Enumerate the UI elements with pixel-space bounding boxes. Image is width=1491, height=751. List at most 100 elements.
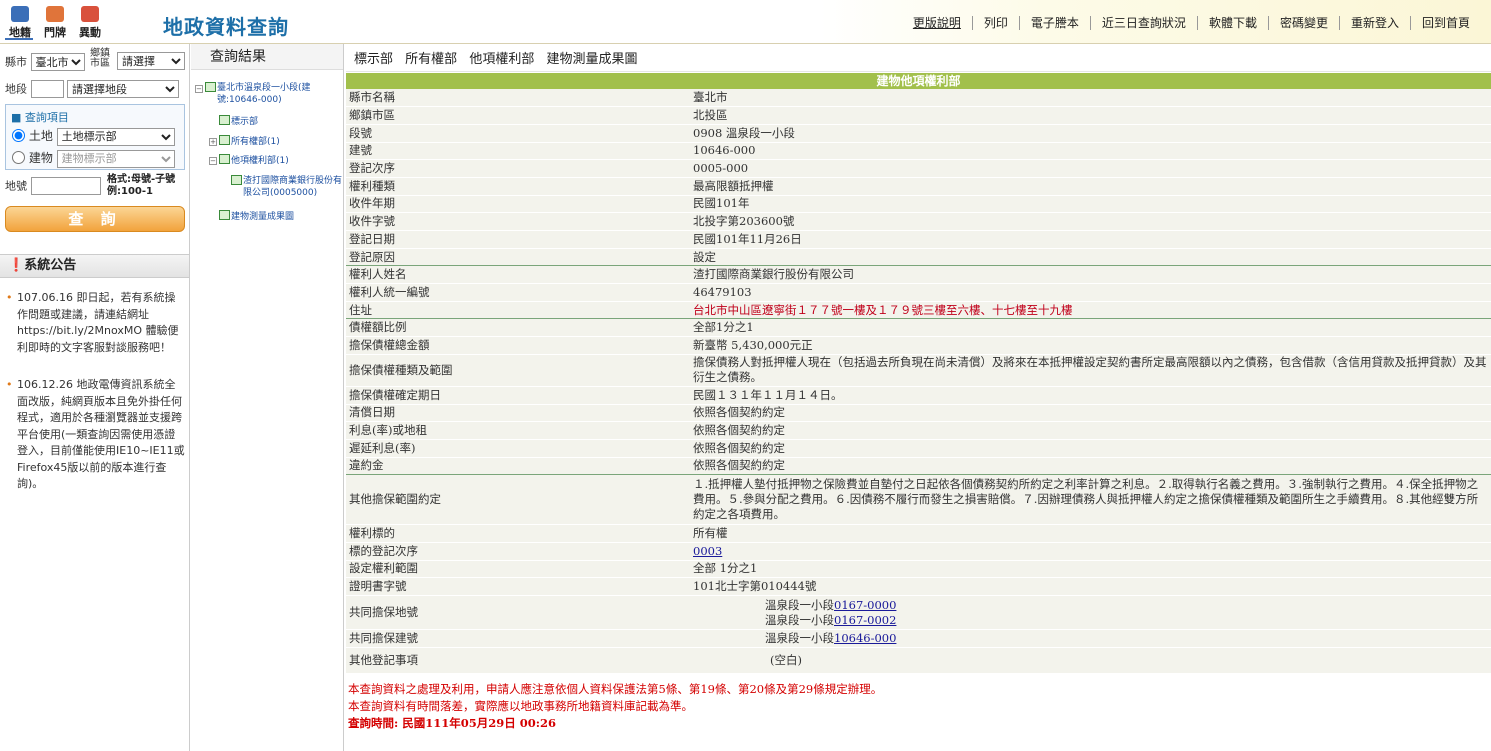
table-row: 權利人姓名 渣打國際商業銀行股份有限公司: [346, 265, 1491, 285]
table-row: 其他登記事項 (空白): [346, 647, 1491, 674]
link-print[interactable]: 列印: [971, 16, 1019, 30]
tree-root[interactable]: − 臺北市溫泉段一小段(建號:10646-000): [195, 82, 321, 106]
field-value: 設定: [690, 248, 1491, 267]
joint-number-link[interactable]: 10646-000: [834, 631, 896, 645]
tree-node-label: 所有權部(1): [231, 137, 280, 147]
field-label: 縣市名稱: [346, 89, 690, 108]
lot-row: 地號: [5, 177, 101, 195]
joint-entry: 溫泉段一小段0167-0000: [765, 598, 1488, 613]
tab-marking[interactable]: 標示部: [354, 52, 393, 67]
field-label: 登記次序: [346, 159, 690, 178]
link-relogin[interactable]: 重新登入: [1338, 16, 1410, 30]
field-value: 全部 1分之1: [690, 560, 1491, 579]
tab-other-rights[interactable]: 他項權利部: [469, 52, 534, 67]
field-value: 擔保債務人對抵押權人現在（包括過去所負現在尚未清償）及將來在本抵押權設定契約書所…: [690, 354, 1491, 387]
link-recent-queries[interactable]: 近三日查詢狀況: [1089, 16, 1197, 30]
field-value: 0003: [690, 542, 1491, 561]
field-label: 登記原因: [346, 248, 690, 267]
table-row: 住址 台北市中山區遼寧街１７７號一樓及１７９號三樓至六樓、十七樓至十九樓: [346, 301, 1491, 320]
table-row: 段號 0908 溫泉段一小段: [346, 124, 1491, 143]
query-button[interactable]: 查 詢: [5, 206, 185, 232]
table-row: 標的登記次序 0003: [346, 542, 1491, 561]
table-row: 收件字號 北投字第203600號: [346, 212, 1491, 231]
building-type-select[interactable]: 建物標示部: [56, 149, 175, 168]
change-icon: [81, 6, 99, 22]
land-radio[interactable]: [12, 129, 25, 142]
land-type-select[interactable]: 土地標示部: [56, 127, 175, 146]
field-value: 0005-000: [690, 159, 1491, 178]
field-value: 10646-000: [690, 142, 1491, 161]
field-value: 新臺幣 5,430,000元正: [690, 336, 1491, 355]
joint-number-link[interactable]: 0167-0002: [834, 613, 896, 627]
town-label: 鄉鎮市區: [90, 48, 110, 69]
link-e-transcript[interactable]: 電子謄本: [1018, 16, 1090, 30]
main-panel: 標示部 所有權部 他項權利部 建物測量成果圖 建物他項權利部 縣市名稱 臺北市 鄉鎮…: [346, 44, 1491, 751]
field-value: 101北士字第010444號: [690, 577, 1491, 596]
link-change-password[interactable]: 密碼變更: [1267, 16, 1339, 30]
link-home[interactable]: 回到首頁: [1409, 16, 1481, 30]
tree-node-bank[interactable]: 渣打國際商業銀行股份有限公司(0005000): [231, 175, 343, 199]
field-label: 擔保債權確定期日: [346, 386, 690, 405]
section-code-input[interactable]: [30, 80, 64, 98]
field-label: 債權額比例: [346, 318, 690, 338]
tree-node-survey[interactable]: 建物測量成果圖: [219, 209, 294, 222]
house-icon: [46, 6, 64, 22]
tree-node-ownership[interactable]: + 所有權部(1): [209, 134, 280, 147]
table-row: 共同擔保地號 溫泉段一小段0167-0000 溫泉段一小段0167-0002: [346, 595, 1491, 630]
footnote-privacy: 本查詢資料之處理及利用，申請人應注意依個人資料保護法第5條、第19條、第20條及…: [348, 682, 883, 696]
field-value: 民國１３１年１１月１４日。: [690, 386, 1491, 405]
tab-change[interactable]: 異動: [75, 6, 105, 40]
table-row: 權利標的 所有權: [346, 524, 1491, 543]
field-value: 依照各個契約約定: [690, 457, 1491, 476]
town-select[interactable]: 請選擇: [117, 52, 185, 70]
map-icon: [219, 210, 230, 220]
tree-node-label: 渣打國際商業銀行股份有限公司(0005000): [243, 176, 343, 198]
tab-cadastral[interactable]: 地籍: [5, 6, 35, 40]
county-select[interactable]: 臺北市: [30, 53, 85, 71]
field-label: 共同擔保地號: [346, 595, 690, 630]
tab-change-label: 異動: [79, 26, 101, 39]
field-value: 46479103: [690, 283, 1491, 302]
table-row: 權利種類 最高限額抵押權: [346, 177, 1491, 196]
joint-number-link[interactable]: 0167-0000: [834, 598, 896, 612]
county-label: 縣市: [5, 55, 27, 69]
field-value: 依照各個契約約定: [690, 421, 1491, 440]
land-label: 土地: [28, 129, 53, 143]
top-links: 更版說明 列印 電子謄本 近三日查詢狀況 軟體下載 密碼變更 重新登入 回到首頁: [902, 16, 1481, 30]
link-release-notes[interactable]: 更版說明: [902, 16, 972, 30]
table-row: 證明書字號 101北士字第010444號: [346, 577, 1491, 596]
field-label: 標的登記次序: [346, 542, 690, 561]
field-label: 權利人統一編號: [346, 283, 690, 302]
tab-survey[interactable]: 建物測量成果圖: [546, 52, 637, 67]
table-row: 債權額比例 全部1分之1: [346, 318, 1491, 338]
tab-doorplate[interactable]: 門牌: [40, 6, 70, 40]
section-select[interactable]: 請選擇地段: [67, 80, 179, 98]
tree-node-other-rights[interactable]: − 他項權利部(1): [209, 153, 289, 166]
field-label: 權利種類: [346, 177, 690, 196]
tree-node-marking[interactable]: 標示部: [219, 114, 258, 127]
field-value: 全部1分之1: [690, 318, 1491, 338]
joint-section: 溫泉段一小段: [765, 631, 834, 645]
lot-input[interactable]: [30, 177, 101, 195]
building-radio[interactable]: [12, 151, 25, 164]
field-value: 北投字第203600號: [690, 212, 1491, 231]
tree-node-label: 標示部: [231, 117, 259, 127]
table-row: 鄉鎮市區 北投區: [346, 106, 1491, 125]
building-icon: [205, 82, 216, 92]
main-tabs: 標示部 所有權部 他項權利部 建物測量成果圖: [346, 44, 1491, 72]
table-row: 建號 10646-000: [346, 142, 1491, 161]
announcement-header: ❗系統公告: [0, 254, 189, 278]
order-link[interactable]: 0003: [693, 544, 722, 558]
table-row: 利息(率)或地租 依照各個契約約定: [346, 421, 1491, 440]
field-value: 民國101年11月26日: [690, 230, 1491, 249]
top-bar: 地籍 門牌 異動 地政資料查詢 更版說明 列印 電子謄本 近三日查詢狀況 軟體下…: [0, 0, 1491, 44]
tab-ownership[interactable]: 所有權部: [405, 52, 457, 67]
field-value: 民國101年: [690, 195, 1491, 214]
link-software-download[interactable]: 軟體下載: [1196, 16, 1268, 30]
field-label: 其他擔保範圍約定: [346, 474, 690, 526]
query-item-title: ■ 查詢項目: [11, 111, 69, 124]
field-label: 權利標的: [346, 524, 690, 543]
field-value: 依照各個契約約定: [690, 404, 1491, 423]
field-label: 段號: [346, 124, 690, 143]
field-value: 渣打國際商業銀行股份有限公司: [690, 265, 1491, 285]
